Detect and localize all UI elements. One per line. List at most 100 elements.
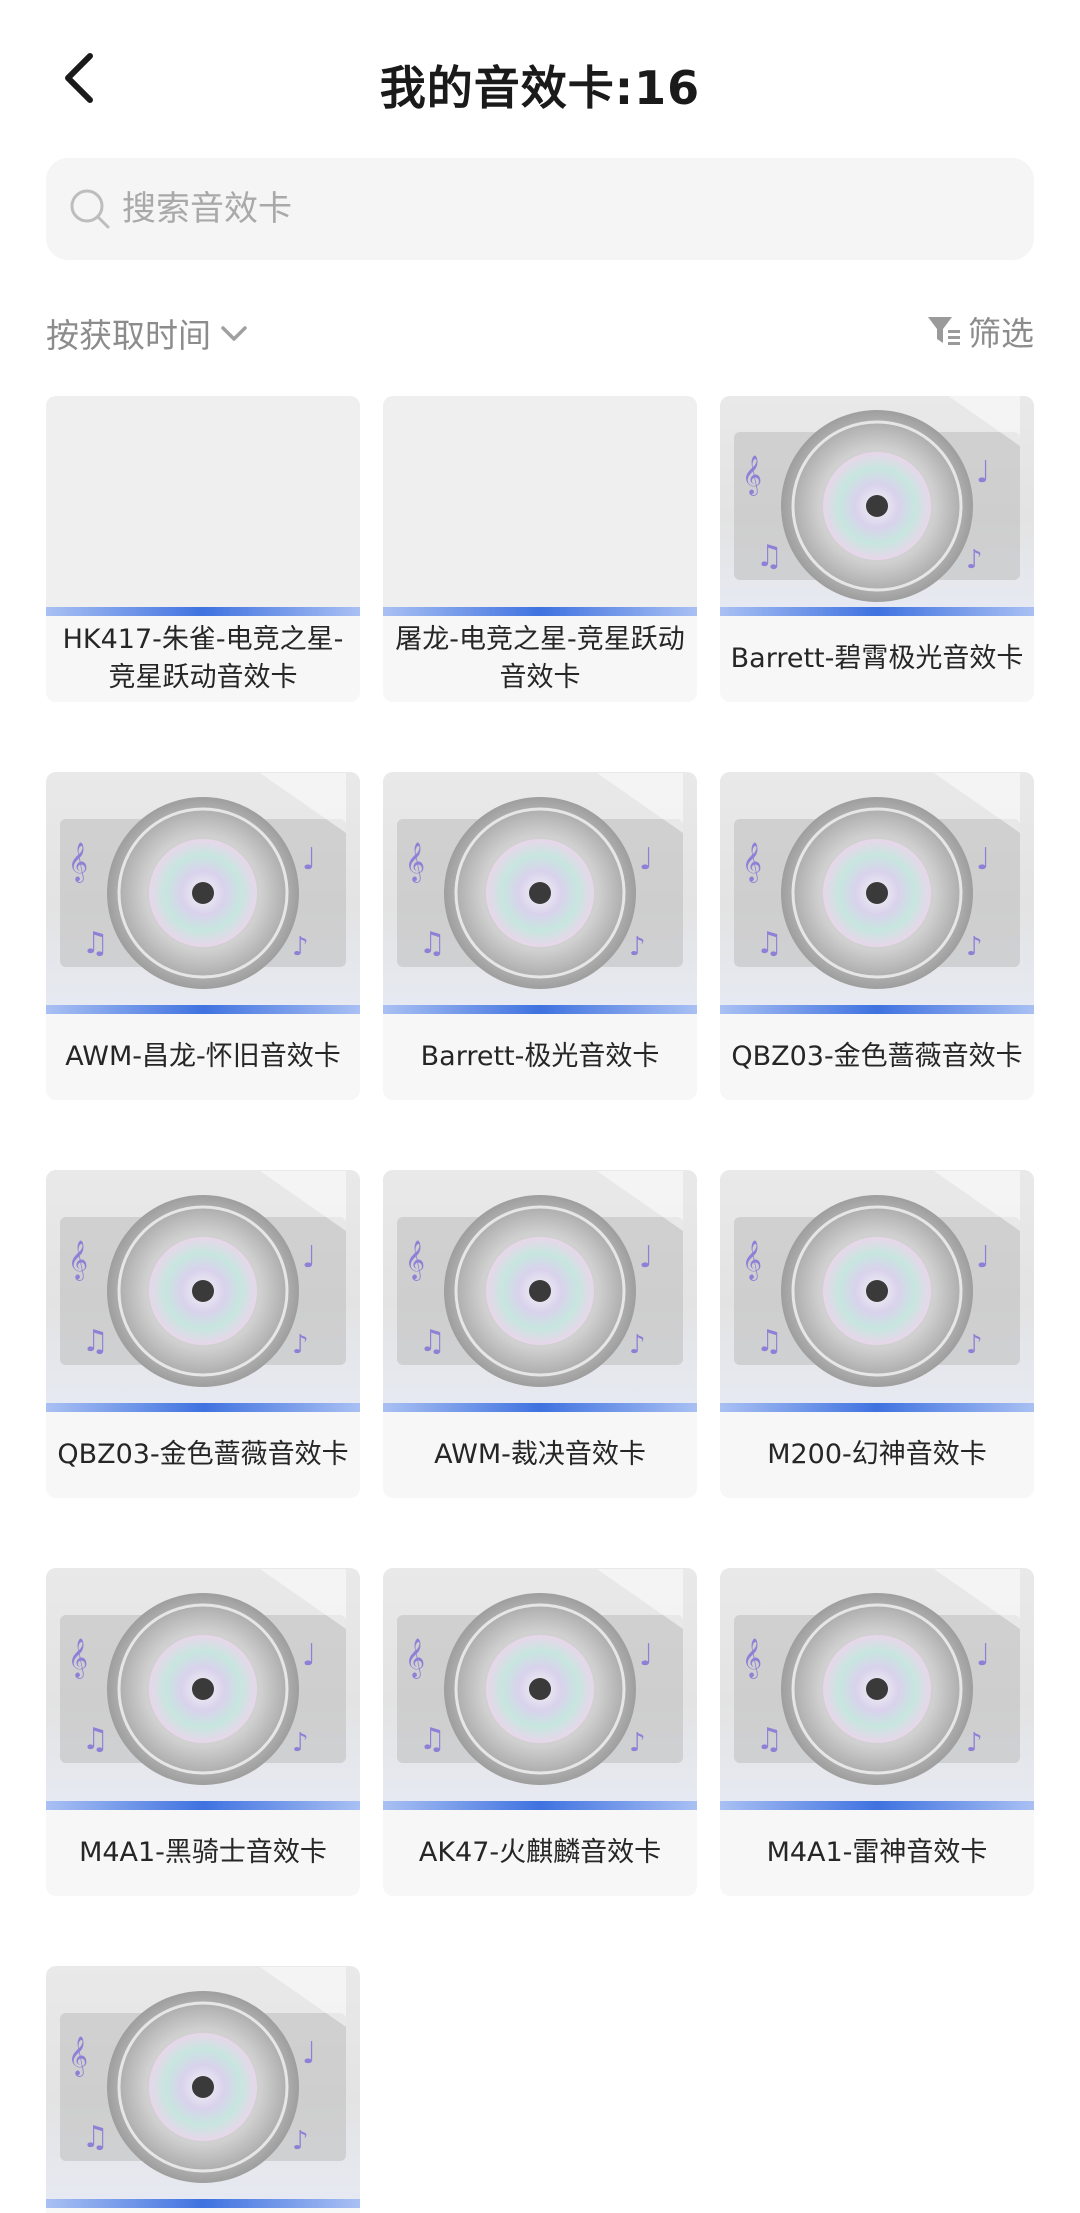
svg-text:♩: ♩ [976,455,990,490]
card-image: 𝄞 ♫ ♩ ♪ [46,772,360,1014]
sound-card[interactable]: 𝄞 ♫ ♩ ♪ QBZ03-金色蔷薇音效卡 [46,1170,360,1498]
sound-card-name: 屠龙-电竞之星-竞星跃动音效卡 [395,624,685,693]
svg-text:𝄞: 𝄞 [68,1638,88,1679]
svg-text:♩: ♩ [639,842,653,877]
svg-text:𝄞: 𝄞 [68,2036,88,2077]
disc-icon: 𝄞 ♫ ♩ ♪ [60,1967,346,2183]
sound-card[interactable]: 𝄞 ♫ ♩ ♪ Barrett-极光音效卡 [383,772,697,1100]
svg-text:♪: ♪ [629,1330,646,1360]
svg-text:♩: ♩ [976,1240,990,1275]
svg-text:♪: ♪ [966,1330,983,1360]
svg-text:𝄞: 𝄞 [742,1240,762,1281]
svg-text:♫: ♫ [756,1324,783,1359]
disc-icon: 𝄞 ♫ ♩ ♪ [734,773,1020,989]
sound-card[interactable]: HK417-朱雀-电竞之星-竞星跃动音效卡 [46,396,360,702]
card-accent-bar [46,607,360,616]
sound-card-name: AWM-昌龙-怀旧音效卡 [65,1041,341,1072]
card-image: 𝄞 ♫ ♩ ♪ [383,1170,697,1412]
card-accent-bar [383,1801,697,1810]
card-accent-bar [720,1403,1034,1412]
svg-text:♩: ♩ [302,1240,316,1275]
svg-text:♫: ♫ [419,1324,446,1359]
svg-text:♩: ♩ [302,2036,316,2071]
card-accent-bar [720,1005,1034,1014]
svg-text:♫: ♫ [82,926,109,961]
card-accent-bar [383,1403,697,1412]
svg-text:♪: ♪ [292,932,309,962]
svg-text:♩: ♩ [639,1638,653,1673]
sound-card-name: HK417-朱雀-电竞之星-竞星跃动音效卡 [62,624,344,693]
svg-text:♪: ♪ [629,932,646,962]
svg-text:♫: ♫ [82,1722,109,1757]
disc-icon: 𝄞 ♫ ♩ ♪ [60,1171,346,1387]
svg-text:𝄞: 𝄞 [405,1638,425,1679]
sound-card[interactable]: 𝄞 ♫ ♩ ♪ [46,1966,360,2213]
card-accent-bar [720,607,1034,616]
svg-text:𝄞: 𝄞 [405,1240,425,1281]
svg-text:𝄞: 𝄞 [405,842,425,883]
svg-text:𝄞: 𝄞 [68,1240,88,1281]
sound-card[interactable]: 𝄞 ♫ ♩ ♪ M4A1-雷神音效卡 [720,1568,1034,1896]
sound-card[interactable]: 屠龙-电竞之星-竞星跃动音效卡 [383,396,697,702]
card-image: 𝄞 ♫ ♩ ♪ [46,1966,360,2208]
sound-card-name: QBZ03-金色蔷薇音效卡 [731,1041,1023,1072]
sound-card[interactable]: 𝄞 ♫ ♩ ♪ AK47-火麒麟音效卡 [383,1568,697,1896]
sound-card-page: 我的音效卡:16 按获取时间 筛选 HK417-朱雀-电竞之星-竞星跃动音效卡屠… [0,0,1080,2213]
svg-text:♪: ♪ [966,545,983,575]
svg-text:♫: ♫ [756,1722,783,1757]
search-bar[interactable] [46,158,1034,260]
svg-text:♫: ♫ [419,1722,446,1757]
svg-text:♪: ♪ [292,1330,309,1360]
sound-card-name: QBZ03-金色蔷薇音效卡 [57,1439,349,1470]
card-image: 𝄞 ♫ ♩ ♪ [383,772,697,1014]
search-input[interactable] [122,189,1002,229]
svg-text:♫: ♫ [82,1324,109,1359]
header: 我的音效卡:16 [0,0,1080,160]
filter-label: 筛选 [968,314,1034,353]
card-image-placeholder [46,396,360,616]
sound-card[interactable]: 𝄞 ♫ ♩ ♪ Barrett-碧霄极光音效卡 [720,396,1034,702]
sort-dropdown[interactable]: 按获取时间 [46,308,249,358]
disc-icon: 𝄞 ♫ ♩ ♪ [60,1569,346,1785]
svg-text:𝄞: 𝄞 [68,842,88,883]
svg-text:♩: ♩ [639,1240,653,1275]
card-image: 𝄞 ♫ ♩ ♪ [720,396,1034,616]
card-accent-bar [383,1005,697,1014]
card-accent-bar [383,607,697,616]
disc-icon: 𝄞 ♫ ♩ ♪ [734,1171,1020,1387]
svg-text:♪: ♪ [629,1728,646,1758]
disc-icon: 𝄞 ♫ ♩ ♪ [734,396,1020,602]
sound-card-name [46,2208,360,2213]
card-image: 𝄞 ♫ ♩ ♪ [383,1568,697,1810]
sound-card-list[interactable]: HK417-朱雀-电竞之星-竞星跃动音效卡 屠龙-电竞之星-竞星跃动音效卡 𝄞 ♫ ♩ ♪… [0,396,1080,2213]
card-image: 𝄞 ♫ ♩ ♪ [720,772,1034,1014]
sound-card[interactable]: 𝄞 ♫ ♩ ♪ AWM-昌龙-怀旧音效卡 [46,772,360,1100]
svg-text:♪: ♪ [966,932,983,962]
svg-text:♫: ♫ [756,926,783,961]
svg-text:♫: ♫ [419,926,446,961]
svg-text:𝄞: 𝄞 [742,1638,762,1679]
search-icon [70,189,110,229]
disc-icon: 𝄞 ♫ ♩ ♪ [397,1171,683,1387]
sound-card-name: Barrett-碧霄极光音效卡 [730,643,1024,674]
sound-card[interactable]: 𝄞 ♫ ♩ ♪ M200-幻神音效卡 [720,1170,1034,1498]
svg-text:♫: ♫ [756,539,783,574]
sound-card[interactable]: 𝄞 ♫ ♩ ♪ AWM-裁决音效卡 [383,1170,697,1498]
svg-text:♪: ♪ [292,1728,309,1758]
svg-text:♩: ♩ [302,842,316,877]
disc-icon: 𝄞 ♫ ♩ ♪ [397,773,683,989]
sound-card-name: AWM-裁决音效卡 [434,1439,646,1470]
card-accent-bar [46,1005,360,1014]
chevron-down-icon [221,326,247,341]
disc-icon: 𝄞 ♫ ♩ ♪ [734,1569,1020,1785]
svg-text:♪: ♪ [292,2126,309,2156]
svg-text:♩: ♩ [976,1638,990,1673]
sound-card[interactable]: 𝄞 ♫ ♩ ♪ QBZ03-金色蔷薇音效卡 [720,772,1034,1100]
card-image: 𝄞 ♫ ♩ ♪ [46,1568,360,1810]
sound-card[interactable]: 𝄞 ♫ ♩ ♪ M4A1-黑骑士音效卡 [46,1568,360,1896]
card-accent-bar [720,1801,1034,1810]
svg-text:♩: ♩ [976,842,990,877]
sort-label: 按获取时间 [46,316,211,355]
svg-text:♫: ♫ [82,2120,109,2155]
filter-button[interactable]: 筛选 [926,306,1034,356]
